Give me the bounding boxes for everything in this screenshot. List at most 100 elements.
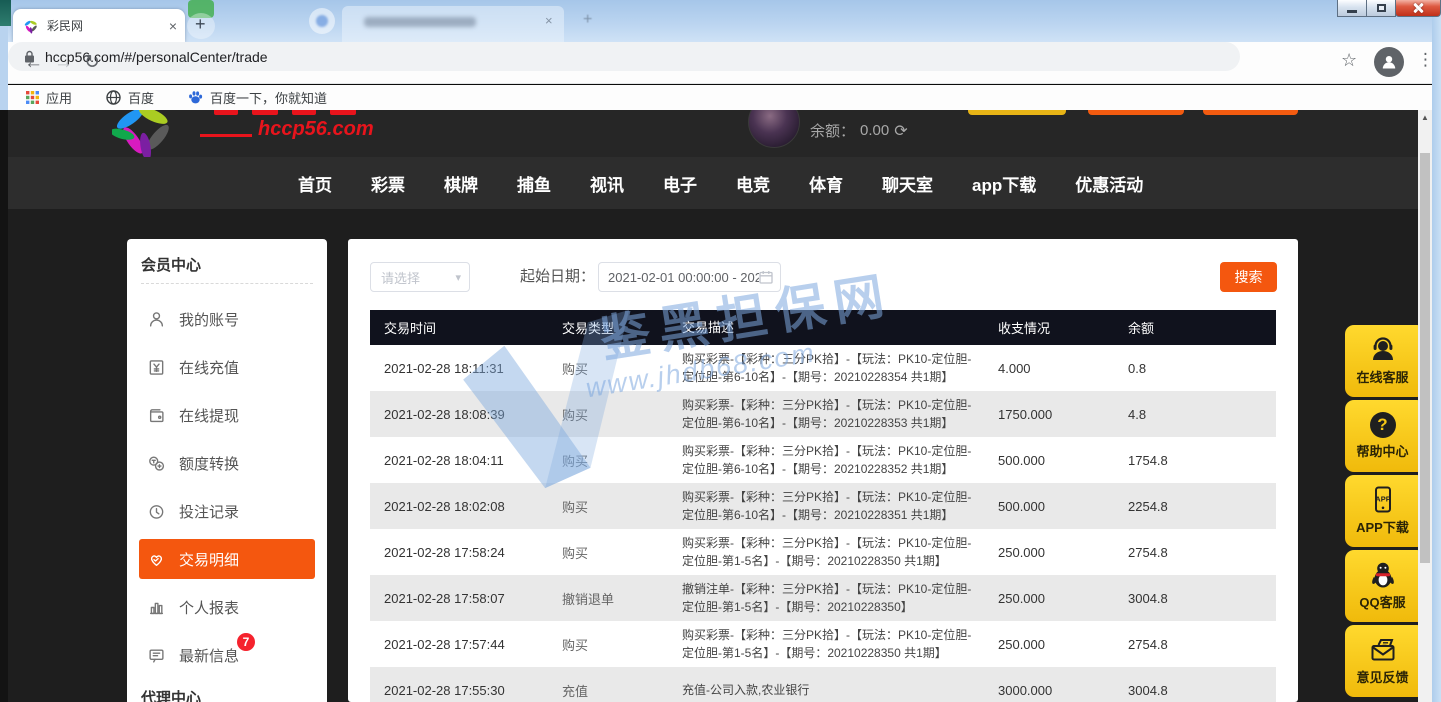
user-avatar[interactable] xyxy=(748,110,800,148)
nav-item-lottery[interactable]: 彩票 xyxy=(371,171,405,196)
new-tab-button[interactable]: + xyxy=(195,14,206,35)
ghost-window-tab-text xyxy=(364,17,476,27)
forward-icon[interactable]: → xyxy=(54,51,73,75)
cell-type: 充值 xyxy=(562,681,682,700)
browser-menu-icon[interactable]: ⋮ xyxy=(1417,50,1434,70)
cell-amount: 250.000 xyxy=(998,637,1128,652)
col-header: 余额 xyxy=(1128,318,1276,337)
nav-item-electronic[interactable]: 电子 xyxy=(663,171,697,196)
col-header: 收支情况 xyxy=(998,318,1128,337)
scroll-up-arrow[interactable]: ▲ xyxy=(1418,113,1432,122)
col-header: 交易时间 xyxy=(370,318,562,337)
sidebar-item-withdraw[interactable]: 在线提现 xyxy=(127,391,327,439)
sidebar-item-label: 在线提现 xyxy=(179,405,239,426)
logo-title-clipped xyxy=(292,110,316,115)
scrollbar-thumb[interactable] xyxy=(1420,153,1430,563)
cell-time: 2021-02-28 17:55:30 xyxy=(370,683,562,698)
back-icon[interactable]: ← xyxy=(24,51,43,75)
table-row: 2021-02-28 17:57:44 购买 购买彩票-【彩种：三分PK拾】-【… xyxy=(370,621,1276,667)
cell-type: 购买 xyxy=(562,497,682,516)
nav-item-fishing[interactable]: 捕鱼 xyxy=(517,171,551,196)
tab-title: 彩民网 xyxy=(47,17,169,34)
balance-refresh-icon[interactable]: ⟳ xyxy=(894,121,907,141)
table-row: 2021-02-28 18:02:08 购买 购买彩票-【彩种：三分PK拾】-【… xyxy=(370,483,1276,529)
paw-icon xyxy=(188,90,203,105)
nav-item-esports[interactable]: 电竞 xyxy=(736,171,770,196)
site-viewport: hccp56.com 余额： 0.00 ⟳ 首页 彩票 棋牌 捕鱼 视讯 电子 … xyxy=(8,110,1418,702)
sidebar-item-transfer[interactable]: 额度转换 xyxy=(127,439,327,487)
nav-item-video[interactable]: 视讯 xyxy=(590,171,624,196)
sidebar-agent-title: 代理中心 xyxy=(141,687,201,702)
profile-button[interactable] xyxy=(1374,47,1404,77)
qq-service-button[interactable]: QQ客服 xyxy=(1345,550,1418,622)
sidebar-item-label: 在线充值 xyxy=(179,357,239,378)
reload-icon[interactable]: ↻ xyxy=(84,51,100,75)
search-button[interactable]: 搜索 xyxy=(1220,262,1277,292)
bookmark-baidu[interactable]: 百度 xyxy=(106,88,154,107)
tab-close-icon[interactable]: × xyxy=(169,19,177,33)
nav-item-chess[interactable]: 棋牌 xyxy=(444,171,478,196)
header-button-clipped-orange2[interactable] xyxy=(1203,110,1298,115)
history-clock-icon xyxy=(148,503,165,520)
cell-time: 2021-02-28 17:58:07 xyxy=(370,591,562,606)
cell-amount: 500.000 xyxy=(998,499,1128,514)
window-frame-left-lower xyxy=(0,110,8,702)
online-service-button[interactable]: 在线客服 xyxy=(1345,325,1418,397)
maximize-button[interactable] xyxy=(1366,0,1396,17)
nav-item-app-download[interactable]: app下载 xyxy=(972,171,1036,196)
nav-item-home[interactable]: 首页 xyxy=(298,171,332,196)
feedback-button[interactable]: 意见反馈 xyxy=(1345,625,1418,697)
sidebar-item-personal-report[interactable]: 个人报表 xyxy=(127,583,327,631)
balance-display: 余额： 0.00 ⟳ xyxy=(810,120,908,141)
widget-label: QQ客服 xyxy=(1359,592,1405,611)
bookmark-label: 百度一下，你就知道 xyxy=(210,88,327,107)
bookmark-apps[interactable]: 应用 xyxy=(26,88,72,107)
sidebar-item-bet-record[interactable]: 投注记录 xyxy=(127,487,327,535)
sidebar-item-my-account[interactable]: 我的账号 xyxy=(127,295,327,343)
trade-panel: 请选择 ▾ 起始日期： 2021-02-01 00:00:00 - 2021 搜… xyxy=(348,239,1298,702)
nav-item-chatroom[interactable]: 聊天室 xyxy=(882,171,933,196)
sidebar-item-label: 交易明细 xyxy=(179,549,239,570)
bookmark-star-icon[interactable]: ☆ xyxy=(1341,50,1357,71)
header-button-clipped-orange1[interactable] xyxy=(1088,110,1184,115)
site-favicon xyxy=(23,18,39,34)
app-download-button[interactable]: APP APP下载 xyxy=(1345,475,1418,547)
ghost-tab-close-icon: × xyxy=(545,13,553,28)
cell-time: 2021-02-28 18:02:08 xyxy=(370,499,562,514)
sidebar-item-label: 个人报表 xyxy=(179,597,239,618)
type-select[interactable]: 请选择 ▾ xyxy=(370,262,470,292)
close-icon xyxy=(1412,2,1424,14)
sidebar-item-trade-detail[interactable]: 交易明细 xyxy=(139,539,315,579)
nav-item-promotions[interactable]: 优惠活动 xyxy=(1075,171,1143,196)
minimize-button[interactable] xyxy=(1337,0,1367,17)
date-range-value: 2021-02-01 00:00:00 - 2021 xyxy=(608,270,759,285)
cell-type: 购买 xyxy=(562,359,682,378)
balance-value: 0.00 xyxy=(860,122,889,139)
sidebar-menu: 我的账号 在线充值 在线提现 额度转换 投注记录 xyxy=(127,295,327,679)
window-frame-top xyxy=(0,0,1441,42)
sidebar-item-latest-news[interactable]: 最新信息 7 xyxy=(127,631,327,679)
col-header: 交易描述 xyxy=(682,318,998,338)
floating-widgets: 在线客服 ? 帮助中心 APP APP下载 xyxy=(1345,325,1418,697)
user-icon xyxy=(148,311,165,328)
help-center-button[interactable]: ? 帮助中心 xyxy=(1345,400,1418,472)
browser-tab[interactable]: 彩民网 × xyxy=(13,9,185,42)
header-button-clipped-yellow[interactable] xyxy=(968,110,1066,115)
widget-label: APP下载 xyxy=(1356,517,1409,536)
sidebar-item-recharge[interactable]: 在线充值 xyxy=(127,343,327,391)
bookmarks-bar: 应用 百度 百度一下，你就知道 xyxy=(8,85,1432,110)
page-scrollbar[interactable]: ▲ xyxy=(1418,110,1432,702)
nav-item-sports[interactable]: 体育 xyxy=(809,171,843,196)
address-bar[interactable]: hccp56.com/#/personalCenter/trade xyxy=(8,42,1240,71)
recharge-icon xyxy=(148,359,165,376)
cell-balance: 4.8 xyxy=(1128,407,1276,422)
sidebar-item-label: 额度转换 xyxy=(179,453,239,474)
cell-balance: 1754.8 xyxy=(1128,453,1276,468)
table-row: 2021-02-28 18:08:39 购买 购买彩票-【彩种：三分PK拾】-【… xyxy=(370,391,1276,437)
close-button[interactable] xyxy=(1395,0,1441,17)
sidebar-title: 会员中心 xyxy=(141,254,201,275)
date-range-input[interactable]: 2021-02-01 00:00:00 - 2021 xyxy=(598,262,781,292)
bookmark-baidu-long[interactable]: 百度一下，你就知道 xyxy=(188,88,327,107)
col-header: 交易类型 xyxy=(562,318,682,337)
logo-title-clipped xyxy=(330,110,356,115)
